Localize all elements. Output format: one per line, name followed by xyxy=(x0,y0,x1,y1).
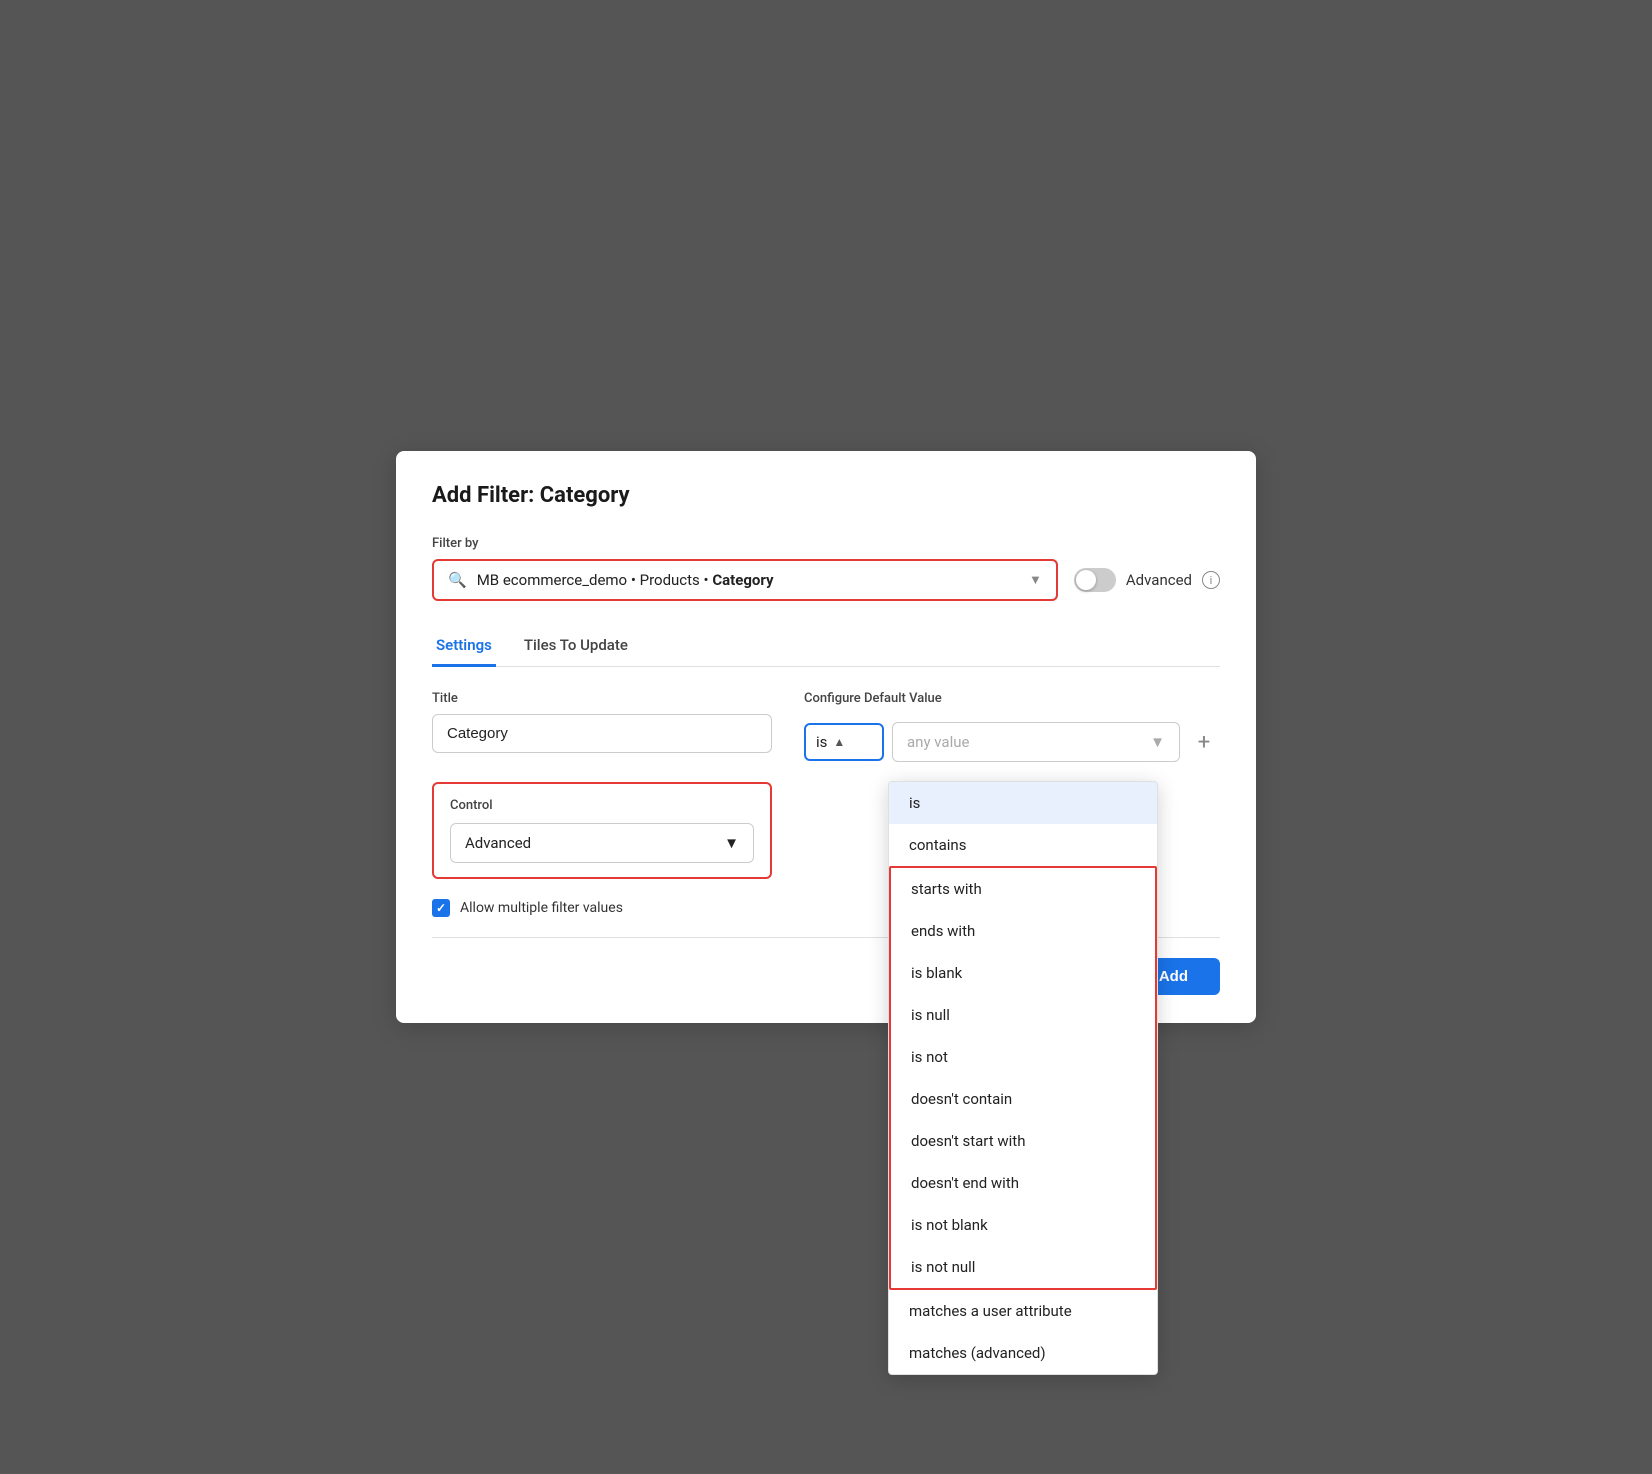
tab-tiles-to-update[interactable]: Tiles To Update xyxy=(520,626,632,667)
search-icon: 🔍 xyxy=(448,571,467,589)
title-label: Title xyxy=(432,691,772,706)
dropdown-item-matches-advanced[interactable]: matches (advanced) xyxy=(889,1332,1157,1374)
dialog-title: Add Filter: Category xyxy=(432,483,1220,508)
dropdown-item-contains[interactable]: contains xyxy=(889,824,1157,866)
advanced-label: Advanced xyxy=(1126,571,1192,589)
add-value-button[interactable]: + xyxy=(1188,726,1220,758)
filter-by-row: 🔍 MB ecommerce_demo • Products • Categor… xyxy=(432,559,1220,601)
dropdown-item-doesnt-contain[interactable]: doesn't contain xyxy=(891,1078,1155,1120)
dropdown-item-starts-with[interactable]: starts with xyxy=(891,868,1155,910)
filter-by-select[interactable]: 🔍 MB ecommerce_demo • Products • Categor… xyxy=(432,559,1058,601)
toggle-knob xyxy=(1076,570,1096,590)
dropdown-item-is-not-null[interactable]: is not null xyxy=(891,1246,1155,1288)
configure-field-group: Configure Default Value is ▲ any value ▼… xyxy=(804,691,1220,762)
operator-value: is xyxy=(816,733,827,751)
configure-row: is ▲ any value ▼ + xyxy=(804,722,1220,762)
configure-label: Configure Default Value xyxy=(804,691,1220,706)
dropdown-item-is[interactable]: is xyxy=(889,782,1157,824)
dropdown-item-is-not-blank[interactable]: is not blank xyxy=(891,1204,1155,1246)
chevron-down-icon: ▼ xyxy=(1029,572,1042,588)
multiple-values-checkbox[interactable]: ✓ xyxy=(432,899,450,917)
control-label: Control xyxy=(450,798,754,813)
title-input[interactable] xyxy=(432,714,772,753)
dropdown-item-doesnt-end-with[interactable]: doesn't end with xyxy=(891,1162,1155,1204)
advanced-toggle[interactable] xyxy=(1074,568,1116,592)
add-filter-dialog: Add Filter: Category Filter by 🔍 MB ecom… xyxy=(396,451,1256,1023)
operator-dropdown: is contains starts with ends with is bla… xyxy=(888,781,1158,1375)
dropdown-item-doesnt-start-with[interactable]: doesn't start with xyxy=(891,1120,1155,1162)
checkmark-icon: ✓ xyxy=(436,901,446,915)
filter-by-text: MB ecommerce_demo • Products • Category xyxy=(477,571,1019,589)
control-value: Advanced xyxy=(465,834,531,852)
value-chevron-icon: ▼ xyxy=(1150,733,1165,751)
tab-settings[interactable]: Settings xyxy=(432,626,496,667)
dropdown-item-is-null[interactable]: is null xyxy=(891,994,1155,1036)
filter-by-label: Filter by xyxy=(432,536,1220,551)
dropdown-item-ends-with[interactable]: ends with xyxy=(891,910,1155,952)
dropdown-item-matches-user-attr[interactable]: matches a user attribute xyxy=(889,1290,1157,1332)
dropdown-item-is-blank[interactable]: is blank xyxy=(891,952,1155,994)
control-select[interactable]: Advanced ▼ xyxy=(450,823,754,863)
multiple-values-label: Allow multiple filter values xyxy=(460,900,623,916)
title-field-group: Title xyxy=(432,691,772,753)
value-select[interactable]: any value ▼ xyxy=(892,722,1180,762)
info-icon[interactable]: i xyxy=(1202,571,1220,589)
control-chevron-icon: ▼ xyxy=(724,834,739,852)
dropdown-red-group: starts with ends with is blank is null i… xyxy=(889,866,1157,1290)
operator-select[interactable]: is ▲ xyxy=(804,723,884,761)
advanced-toggle-area: Advanced i xyxy=(1074,568,1220,592)
value-placeholder: any value xyxy=(907,733,969,751)
settings-row: Title Configure Default Value is ▲ any v… xyxy=(432,691,1220,762)
operator-chevron-icon: ▲ xyxy=(833,735,845,749)
control-box: Control Advanced ▼ xyxy=(432,782,772,879)
dropdown-item-is-not[interactable]: is not xyxy=(891,1036,1155,1078)
tabs: Settings Tiles To Update xyxy=(432,625,1220,667)
